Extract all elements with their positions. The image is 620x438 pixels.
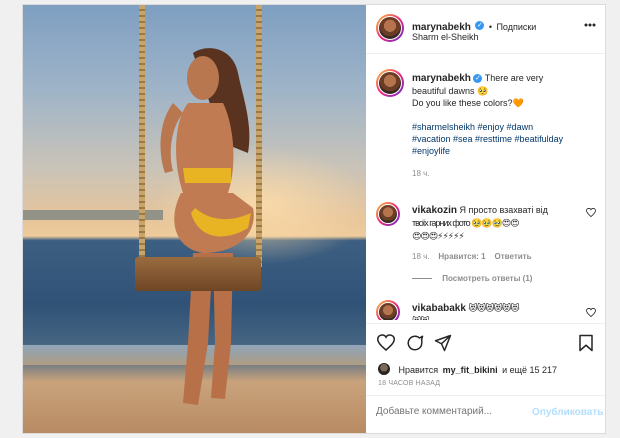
comments-scroll[interactable]: marynabekh ✓ There are very beautiful da… [366, 54, 605, 320]
add-comment-bar: Опубликовать [366, 395, 605, 434]
comment-like-heart-icon[interactable] [586, 308, 596, 317]
comment-username[interactable]: vikababakk [412, 303, 466, 314]
caption-line3: Do you like these colors?🧡 [412, 98, 524, 108]
caption-username[interactable]: marynabekh [412, 73, 471, 84]
share-paper-plane-icon[interactable] [434, 334, 452, 352]
woman-figure [160, 48, 254, 405]
comment-text-1: Я просто взахваті від [459, 205, 548, 215]
liker-avatar[interactable] [378, 362, 390, 375]
replies-line [412, 278, 432, 280]
save-bookmark-icon[interactable] [578, 334, 594, 352]
post-location[interactable]: Sharm el-Sheikh [412, 32, 479, 42]
comment-text-3: 😍😍😍⚡⚡⚡⚡⚡ [412, 231, 465, 241]
likes-row: Нравится my_fit_bikini и ещё 15 217 [378, 360, 557, 378]
caption-hashtags-3[interactable]: #enjoylife [412, 146, 450, 156]
comment: vikakozin Я просто взахваті від твоїх га… [412, 204, 582, 243]
comment-bubble-icon[interactable] [406, 334, 424, 352]
caption-line2: beautiful dawns 🥺 [412, 86, 489, 96]
caption-line1: There are very [484, 73, 544, 83]
comment-like-heart-icon[interactable] [586, 208, 596, 217]
more-options-icon[interactable] [584, 23, 596, 27]
comment-avatar[interactable] [376, 202, 400, 226]
comment-text-2: твоїх гарних фото 🥹🥹🥹😍😍 [412, 218, 520, 228]
caption: marynabekh ✓ There are very beautiful da… [412, 72, 597, 180]
post-card: marynabekh ✓ • Подписки Sharm el-Sheikh … [22, 4, 606, 434]
comment-text-1: 😻😻😻😻😻😻 [468, 303, 519, 313]
like-heart-icon[interactable] [377, 334, 395, 351]
comment-likes[interactable]: Нравится: 1 [438, 252, 485, 261]
post-timestamp[interactable]: 18 ЧАСОВ НАЗАД [378, 380, 440, 387]
view-replies-label: Посмотреть ответы (1) [442, 274, 533, 283]
comment: vikababakk 😻😻😻😻😻😻 😻😻 [412, 302, 582, 320]
author-avatar[interactable] [376, 14, 404, 42]
publish-button[interactable]: Опубликовать [532, 407, 603, 418]
add-comment-input[interactable] [376, 406, 526, 417]
comment-reply-button[interactable]: Ответить [495, 252, 532, 261]
view-replies-button[interactable]: Посмотреть ответы (1) [412, 274, 532, 283]
post-photo[interactable] [23, 5, 366, 433]
caption-hashtags-1[interactable]: #sharmelsheikh #enjoy #dawn [412, 122, 533, 132]
caption-hashtags-2[interactable]: #vacation #sea #resttime #beatifulday [412, 134, 563, 144]
verified-icon: ✓ [475, 21, 485, 31]
likes-suffix[interactable]: и ещё 15 217 [502, 365, 557, 375]
swing-rope-left [139, 5, 145, 267]
dot-separator: • [488, 22, 492, 32]
caption-verified-icon: ✓ [473, 74, 483, 84]
likes-user[interactable]: my_fit_bikini [443, 365, 498, 375]
comment-avatar[interactable] [376, 300, 400, 320]
follow-button[interactable]: Подписки [496, 22, 536, 32]
comment-meta: 18 ч. Нравится: 1 Ответить [412, 252, 531, 261]
caption-time[interactable]: 18 ч. [412, 169, 430, 178]
comment-username[interactable]: vikakozin [412, 205, 457, 216]
comment-text-2: 😻😻 [412, 316, 430, 320]
post-sidebar: marynabekh ✓ • Подписки Sharm el-Sheikh … [366, 5, 605, 433]
post-header: marynabekh ✓ • Подписки Sharm el-Sheikh [366, 5, 605, 54]
caption-avatar[interactable] [376, 69, 404, 97]
likes-prefix: Нравится [398, 365, 439, 375]
swing-seat [135, 257, 261, 291]
comment-time[interactable]: 18 ч. [412, 252, 430, 261]
